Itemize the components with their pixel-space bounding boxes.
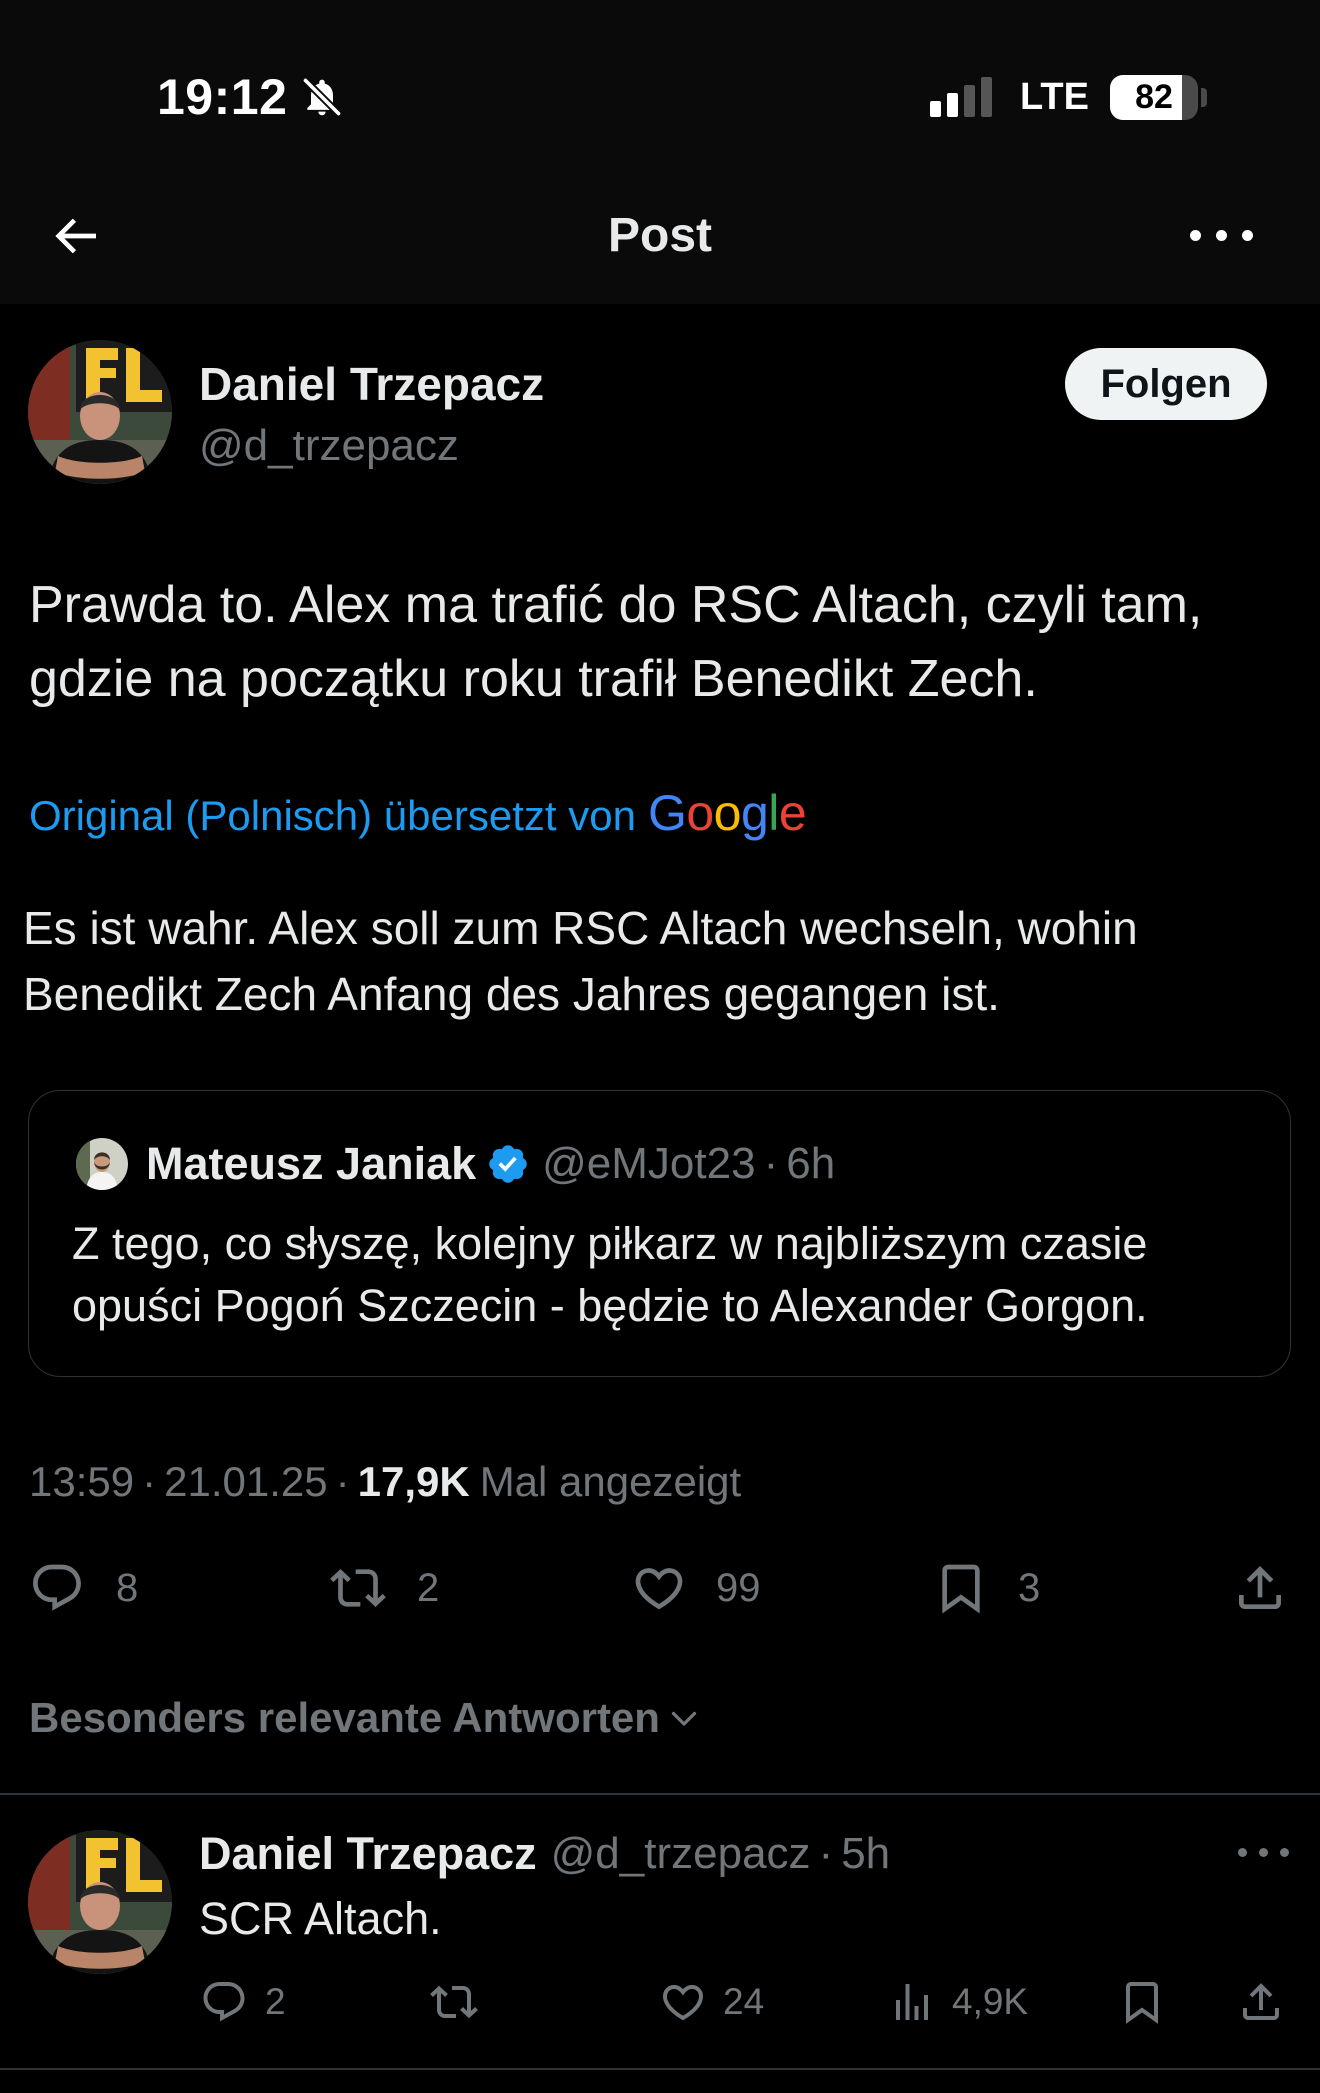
reply-more-icon[interactable]: [1236, 1846, 1292, 1862]
replies-sort-dropdown[interactable]: Besonders relevante Antworten: [29, 1690, 702, 1746]
author-name[interactable]: Daniel Trzepacz: [199, 356, 544, 412]
heart-icon[interactable]: [659, 1978, 707, 2026]
post-text: Prawda to. Alex ma trafić do RSC Altach,…: [29, 568, 1202, 716]
quoted-text-line: opuści Pogoń Szczecin - będzie to Alexan…: [72, 1280, 1148, 1331]
google-logo-letter: o: [713, 785, 742, 841]
battery-nub: [1201, 88, 1207, 107]
views-icon[interactable]: [888, 1978, 936, 2026]
replies-sort-label[interactable]: Besonders relevante Antworten: [29, 1694, 660, 1742]
post-text-line: gdzie na początku roku trafił Benedikt Z…: [29, 650, 1038, 708]
page-title: Post: [607, 209, 712, 262]
view-count[interactable]: 17,9K: [358, 1458, 470, 1505]
signal-strength-icon: [930, 75, 994, 117]
signal-bar: [981, 77, 992, 117]
like-count: 99: [716, 1566, 761, 1610]
more-dot: [1259, 1848, 1268, 1857]
more-dot: [1216, 230, 1227, 241]
avatar[interactable]: [28, 340, 172, 484]
bookmark-icon[interactable]: [1118, 1978, 1166, 2026]
more-icon[interactable]: [1190, 226, 1253, 246]
reply-count: 2: [265, 1981, 286, 2022]
avatar: [76, 1138, 128, 1190]
verified-badge-icon: [489, 1145, 527, 1183]
share-icon[interactable]: [1232, 1560, 1288, 1616]
separator: ·: [142, 1458, 157, 1505]
post-meta: 13:59 · 21.01.25 · 17,9K Mal angezeigt: [29, 1452, 741, 1512]
google-logo-letter: o: [686, 785, 714, 841]
separator: ·: [818, 1829, 834, 1878]
google-logo: Google: [647, 784, 807, 842]
chevron-down-icon[interactable]: [666, 1700, 702, 1736]
reply-header: Daniel Trzepacz @d_trzepacz · 5h: [199, 1826, 890, 1882]
translated-text: Es ist wahr. Alex soll zum RSC Altach we…: [23, 895, 1138, 1027]
separator: ·: [763, 1139, 779, 1188]
reply-time[interactable]: 5h: [841, 1829, 890, 1879]
reply-count: 8: [116, 1566, 139, 1610]
translation-notice[interactable]: Original (Polnisch) übersetzt von Google: [29, 784, 807, 854]
bookmark-icon[interactable]: [933, 1560, 989, 1616]
reply-icon[interactable]: [29, 1560, 85, 1616]
google-logo-letter: G: [647, 785, 687, 841]
signal-bar: [930, 101, 941, 117]
translated-text-line: Es ist wahr. Alex soll zum RSC Altach we…: [23, 902, 1138, 954]
google-logo-letter: e: [778, 785, 807, 841]
bookmark-count: 3: [1018, 1566, 1041, 1610]
google-logo-letter: g: [740, 785, 769, 841]
follow-button[interactable]: Folgen: [1065, 348, 1267, 420]
more-dot: [1280, 1848, 1289, 1857]
divider: [0, 1793, 1320, 1795]
heart-icon[interactable]: [631, 1560, 687, 1616]
battery-level: 82: [1135, 78, 1173, 116]
avatar[interactable]: [28, 1830, 172, 1974]
repost-count: 2: [417, 1566, 440, 1610]
translated-text-line: Benedikt Zech Anfang des Jahres gegangen…: [23, 968, 1000, 1020]
reply-text: SCR Altach.: [199, 1893, 442, 1944]
google-logo-letter: l: [768, 785, 779, 841]
repost-icon[interactable]: [430, 1978, 478, 2026]
quoted-author-handle: @eMJot23: [542, 1139, 756, 1188]
post-text-line: Prawda to. Alex ma trafić do RSC Altach,…: [29, 576, 1203, 634]
reply-author-name[interactable]: Daniel Trzepacz: [199, 1828, 537, 1880]
quoted-post-text: Z tego, co słyszę, kolejny piłkarz w naj…: [72, 1213, 1148, 1337]
network-label: LTE: [1020, 76, 1089, 118]
quoted-author-name: Mateusz Janiak: [146, 1138, 477, 1189]
status-time: 19:12: [157, 69, 288, 125]
quoted-post[interactable]: Mateusz Janiak @eMJot23 · 6h Z tego, co …: [28, 1090, 1291, 1377]
like-count: 24: [723, 1981, 765, 2022]
view-count-label: Mal angezeigt: [479, 1458, 742, 1505]
quoted-post-time: 6h: [786, 1139, 836, 1188]
share-icon[interactable]: [1237, 1978, 1285, 2026]
quoted-text-line: Z tego, co słyszę, kolejny piłkarz w naj…: [72, 1218, 1148, 1269]
quoted-post-header: Mateusz Janiak @eMJot23 · 6h: [76, 1134, 835, 1194]
more-dot: [1238, 1848, 1247, 1857]
more-dot: [1242, 230, 1253, 241]
view-count: 4,9K: [952, 1981, 1029, 2022]
post-date: 21.01.25: [164, 1458, 328, 1505]
author-handle[interactable]: @d_trzepacz: [199, 418, 459, 474]
reply-author-handle[interactable]: @d_trzepacz: [551, 1829, 811, 1879]
signal-bar: [947, 93, 958, 117]
reply-icon[interactable]: [200, 1978, 248, 2026]
repost-icon[interactable]: [330, 1560, 386, 1616]
separator: ·: [335, 1458, 350, 1505]
divider: [0, 2068, 1320, 2070]
translation-label[interactable]: Original (Polnisch) übersetzt von: [29, 792, 636, 840]
signal-bar: [964, 85, 975, 117]
post-time: 13:59: [29, 1458, 135, 1505]
battery-icon: 82: [1110, 75, 1198, 120]
more-dot: [1190, 230, 1201, 241]
bell-slash-icon: [302, 77, 342, 117]
